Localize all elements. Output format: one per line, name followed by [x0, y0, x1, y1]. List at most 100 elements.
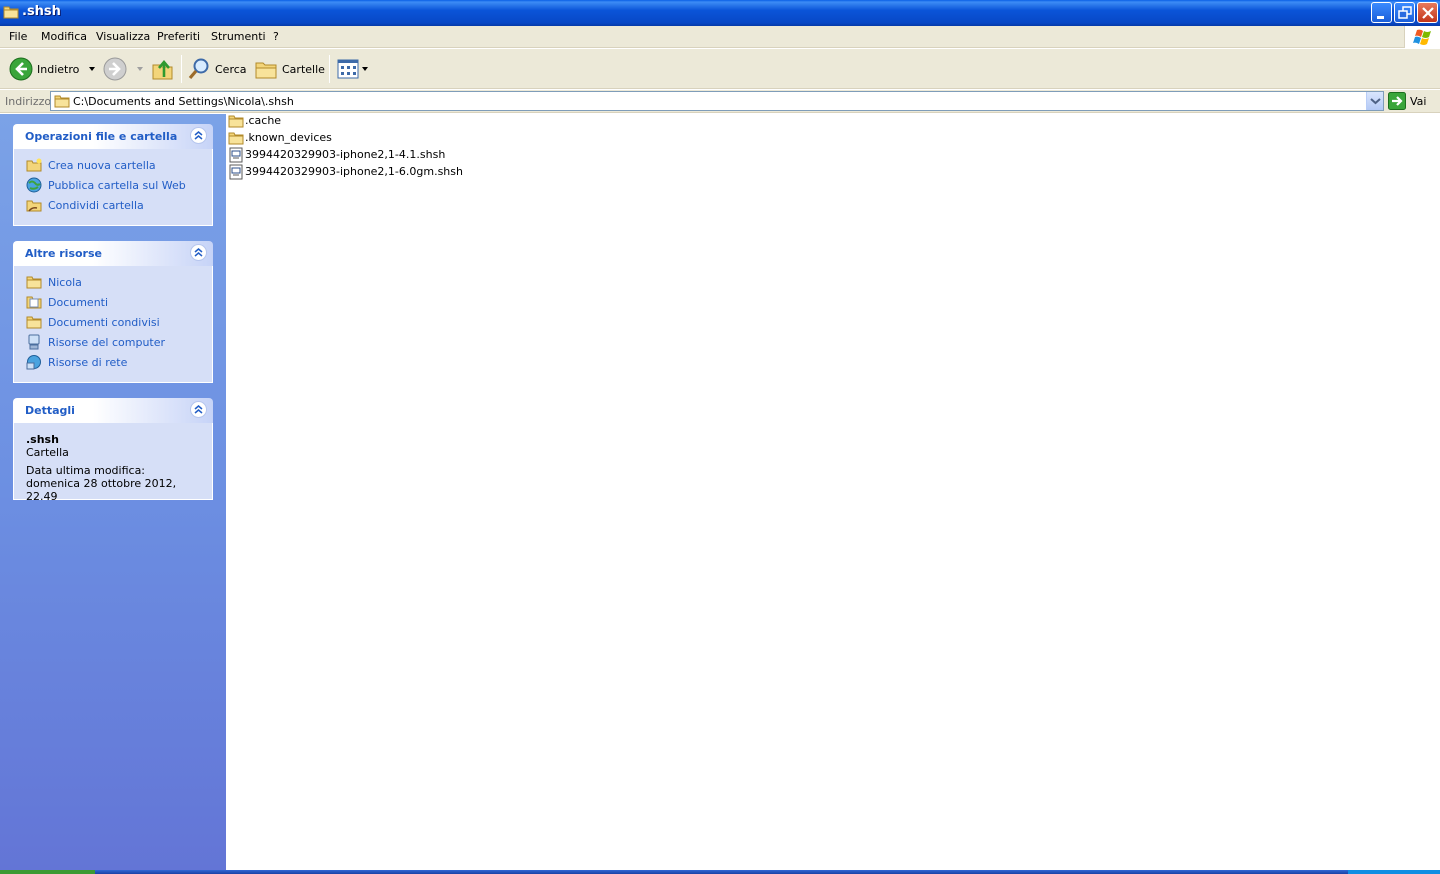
folder-icon [3, 6, 19, 19]
place-label: Risorse del computer [48, 335, 166, 349]
list-item[interactable]: 3994420329903-iphone2,1-6.0gm.shsh [228, 163, 463, 180]
place-documenti-condivisi[interactable]: Documenti condivisi [14, 312, 212, 332]
share-folder-link[interactable]: Condividi cartella [14, 195, 212, 215]
collapse-button[interactable] [190, 401, 207, 418]
place-nicola[interactable]: Nicola [14, 272, 212, 292]
file-tasks-header[interactable]: Operazioni file e cartella [13, 124, 213, 149]
file-name: .known_devices [245, 131, 332, 144]
other-places-header[interactable]: Altre risorse [13, 241, 213, 266]
file-icon [229, 164, 243, 179]
menu-help[interactable]: ? [273, 30, 279, 43]
search-icon [188, 58, 209, 80]
file-list[interactable]: .cache .known_devices 3994420329903-ipho… [226, 114, 1440, 870]
windows-logo-icon [1404, 26, 1440, 48]
forward-button[interactable] [103, 55, 147, 83]
folders-button[interactable]: Cartelle [254, 55, 325, 83]
new-folder-label: Crea nuova cartella [48, 158, 156, 172]
address-input[interactable]: C:\Documents and Settings\Nicola\.shsh [50, 91, 1384, 111]
place-risorse-rete[interactable]: Risorse di rete [14, 352, 212, 372]
other-places-panel: Altre risorse Nicola Documenti Documenti… [13, 241, 213, 383]
folder-icon [228, 115, 244, 127]
back-arrow-icon [9, 57, 33, 81]
file-name: .cache [245, 114, 282, 127]
title-bar[interactable]: .shsh [0, 0, 1440, 26]
folder-icon [228, 132, 244, 144]
restore-button[interactable] [1394, 2, 1415, 23]
list-item[interactable]: .known_devices [228, 129, 332, 146]
publish-web-icon [26, 177, 42, 193]
details-header[interactable]: Dettagli [13, 398, 213, 423]
file-tasks-panel: Operazioni file e cartella Crea nuova ca… [13, 124, 213, 226]
share-folder-icon [26, 200, 42, 212]
computer-icon [28, 334, 40, 350]
file-icon [229, 147, 243, 162]
details-modified: Data ultima modifica: domenica 28 ottobr… [26, 464, 177, 503]
menu-preferiti[interactable]: Preferiti [157, 30, 200, 43]
folder-icon [54, 95, 70, 108]
back-dropdown-icon[interactable] [85, 64, 99, 74]
new-folder-icon [26, 158, 42, 172]
back-label: Indietro [37, 62, 80, 76]
system-tray [1348, 870, 1440, 874]
address-bar: Indirizzo C:\Documents and Settings\Nico… [0, 90, 1440, 113]
chevron-up-icon [194, 405, 203, 414]
file-tasks-title: Operazioni file e cartella [25, 130, 178, 143]
other-places-title: Altre risorse [25, 247, 102, 260]
details-type: Cartella [26, 446, 69, 459]
chevron-down-icon [1370, 98, 1381, 105]
window-title: .shsh [22, 4, 61, 19]
folder-icon [26, 276, 42, 289]
views-button[interactable] [336, 55, 370, 83]
file-name: 3994420329903-iphone2,1-6.0gm.shsh [245, 165, 463, 178]
details-name: .shsh [26, 433, 59, 446]
new-folder-link[interactable]: Crea nuova cartella [14, 155, 212, 175]
file-name: 3994420329903-iphone2,1-4.1.shsh [245, 148, 446, 161]
up-folder-button[interactable] [151, 55, 175, 83]
publish-web-link[interactable]: Pubblica cartella sul Web [14, 175, 212, 195]
views-icon [337, 59, 359, 79]
taskbar[interactable] [0, 870, 1440, 874]
collapse-button[interactable] [190, 127, 207, 144]
address-label: Indirizzo [5, 95, 52, 108]
menu-bar: File Modifica Visualizza Preferiti Strum… [0, 26, 1440, 48]
minimize-button[interactable] [1371, 2, 1392, 23]
go-button[interactable]: Vai [1388, 92, 1426, 110]
views-dropdown-icon [362, 67, 368, 71]
network-icon [26, 355, 41, 370]
details-title: Dettagli [25, 404, 75, 417]
place-documenti[interactable]: Documenti [14, 292, 212, 312]
task-pane: Operazioni file e cartella Crea nuova ca… [0, 114, 226, 870]
place-label: Risorse di rete [48, 355, 128, 369]
forward-arrow-icon [103, 57, 127, 81]
share-folder-label: Condividi cartella [48, 198, 144, 212]
place-label: Documenti [48, 295, 109, 309]
minimize-icon [1377, 16, 1384, 19]
folders-label: Cartelle [282, 62, 325, 76]
list-item[interactable]: 3994420329903-iphone2,1-4.1.shsh [228, 146, 445, 163]
documents-icon [26, 296, 42, 309]
restore-icon [1398, 6, 1412, 19]
search-button[interactable]: Cerca [187, 55, 247, 83]
close-icon [1422, 7, 1434, 19]
publish-web-label: Pubblica cartella sul Web [48, 178, 186, 192]
address-dropdown-button[interactable] [1366, 92, 1383, 110]
search-label: Cerca [215, 62, 247, 76]
close-button[interactable] [1417, 2, 1438, 23]
menu-modifica[interactable]: Modifica [41, 30, 87, 43]
list-item[interactable]: .cache [228, 112, 281, 129]
folders-icon [255, 62, 277, 79]
go-label: Vai [1410, 94, 1427, 108]
place-label: Documenti condivisi [48, 315, 160, 329]
menu-strumenti[interactable]: Strumenti [211, 30, 266, 43]
menu-file[interactable]: File [9, 30, 27, 43]
go-arrow-icon [1388, 92, 1406, 110]
forward-dropdown-icon[interactable] [133, 64, 147, 74]
address-value: C:\Documents and Settings\Nicola\.shsh [73, 95, 294, 108]
collapse-button[interactable] [190, 244, 207, 261]
place-risorse-computer[interactable]: Risorse del computer [14, 332, 212, 352]
up-folder-icon [152, 59, 173, 80]
start-button[interactable] [0, 870, 95, 874]
place-label: Nicola [48, 275, 82, 289]
back-button[interactable]: Indietro [9, 55, 99, 83]
menu-visualizza[interactable]: Visualizza [96, 30, 150, 43]
